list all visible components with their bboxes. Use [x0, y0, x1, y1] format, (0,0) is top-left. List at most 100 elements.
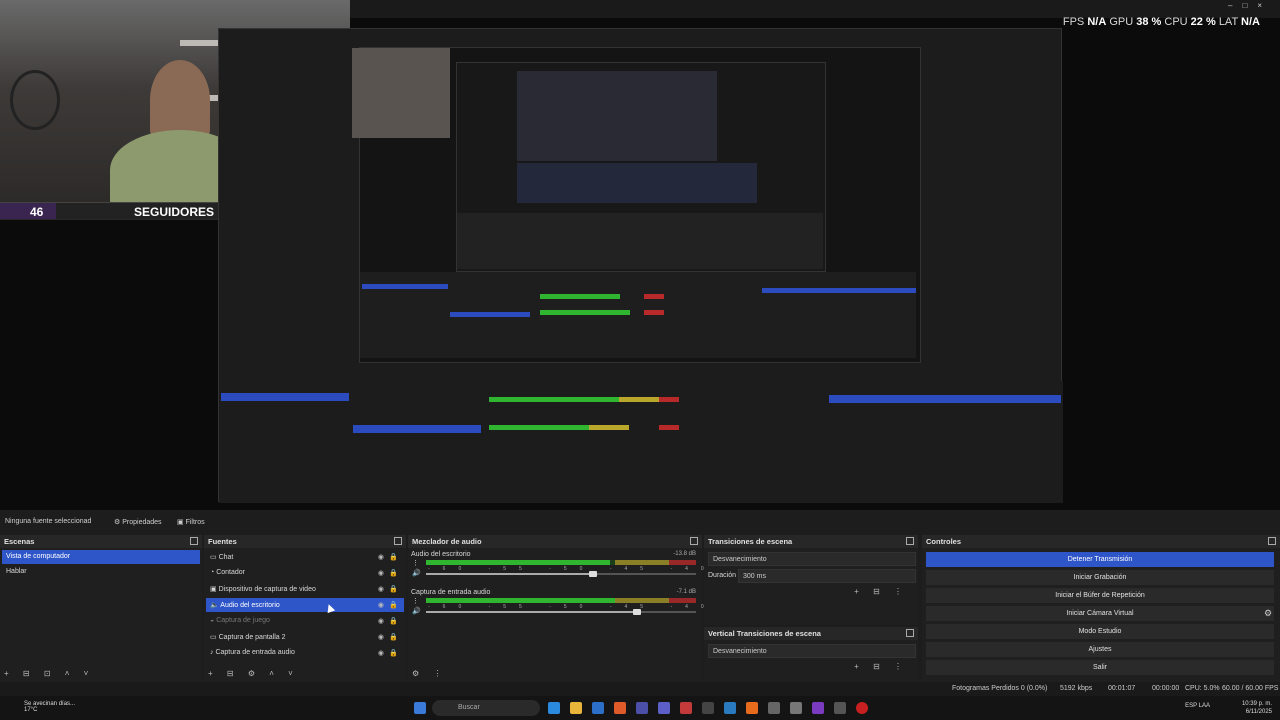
- transition-controls[interactable]: + ⊟ ⋮: [854, 587, 908, 596]
- visibility-icon[interactable]: ◉: [378, 569, 384, 577]
- settings-icon[interactable]: [790, 702, 802, 714]
- control-button[interactable]: Salir: [926, 660, 1274, 675]
- app-icon[interactable]: [680, 702, 692, 714]
- speaker-icon: 🔈: [210, 602, 219, 609]
- opera-icon[interactable]: [856, 702, 868, 714]
- sources-title: Fuentes: [208, 537, 237, 546]
- control-button[interactable]: Iniciar el Búfer de Repetición: [926, 588, 1274, 603]
- source-label: Dispositivo de captura de video: [218, 586, 316, 593]
- source-item[interactable]: 🔈 Audio del escritorio ◉ 🔒: [206, 598, 404, 612]
- speaker-icon[interactable]: 🔊: [412, 607, 421, 615]
- undock-icon[interactable]: [394, 537, 402, 545]
- undock-icon[interactable]: [1268, 537, 1276, 545]
- lock-icon[interactable]: 🔒: [389, 649, 398, 657]
- visibility-icon[interactable]: ◉: [378, 601, 384, 609]
- lock-icon[interactable]: 🔒: [389, 585, 398, 593]
- visibility-icon[interactable]: ◉: [378, 585, 384, 593]
- source-label: Chat: [218, 554, 234, 561]
- fps-readout: 60.00 / 60.00 FPS: [1222, 685, 1279, 692]
- camera-icon: ▣: [210, 586, 217, 593]
- undock-icon[interactable]: [190, 537, 198, 545]
- source-label: Contador: [216, 569, 245, 576]
- control-button[interactable]: Iniciar Cámara Virtual: [926, 606, 1274, 621]
- scene-item[interactable]: Hablar: [2, 565, 200, 579]
- weather-widget[interactable]: Se avecinan días... 17°C: [24, 701, 75, 713]
- channel-name: Audio del escritorio: [411, 551, 471, 558]
- filters-button[interactable]: ▣ Filtros: [177, 518, 205, 526]
- visibility-icon[interactable]: ◉: [378, 649, 384, 657]
- properties-button[interactable]: ⚙ Propiedades: [114, 518, 162, 526]
- visibility-icon[interactable]: ◉: [378, 553, 384, 561]
- source-item[interactable]: ▭ Captura de pantalla 2 ◉ 🔒: [206, 630, 404, 644]
- visibility-icon[interactable]: ◉: [378, 633, 384, 641]
- obs-icon[interactable]: [834, 702, 846, 714]
- undock-icon[interactable]: [906, 537, 914, 545]
- control-button[interactable]: Modo Estudio: [926, 624, 1274, 639]
- lock-icon[interactable]: 🔒: [389, 601, 398, 609]
- control-button[interactable]: Ajustes: [926, 642, 1274, 657]
- speaker-icon[interactable]: 🔊: [412, 569, 421, 577]
- vertical-transitions-title: Vertical Transiciones de escena: [708, 629, 821, 638]
- source-controls[interactable]: + ⊟ ⚙ ˄ ˅: [208, 669, 299, 678]
- vertical-transition-controls[interactable]: + ⊟ ⋮: [854, 662, 908, 671]
- globe-icon[interactable]: [724, 702, 736, 714]
- source-label: Captura de juego: [216, 617, 270, 624]
- nested-capture-1: [218, 28, 1063, 503]
- lock-icon[interactable]: 🔒: [389, 553, 398, 561]
- clock[interactable]: 10:39 p. m. 6/11/2025: [1242, 700, 1272, 716]
- volume-slider[interactable]: [426, 609, 696, 615]
- mail-icon[interactable]: [592, 702, 604, 714]
- pen-icon[interactable]: [768, 702, 780, 714]
- menu-icon[interactable]: ⋮: [412, 559, 419, 567]
- teams-icon[interactable]: [658, 702, 670, 714]
- mixer-title: Mezclador de audio: [412, 537, 482, 546]
- lock-icon[interactable]: 🔒: [389, 633, 398, 641]
- onenote-icon[interactable]: [636, 702, 648, 714]
- nested-capture-2: [352, 47, 921, 363]
- counter-label: SEGUIDORES: [134, 205, 215, 219]
- volume-slider[interactable]: [426, 571, 696, 577]
- transitions-panel: Transiciones de escena Desvanecimiento D…: [704, 535, 918, 625]
- control-button[interactable]: Detener Transmisión: [926, 552, 1274, 567]
- transition-select[interactable]: Desvanecimiento: [708, 552, 916, 566]
- counter-icon: ◔: [210, 569, 215, 576]
- system-tray[interactable]: ESP LAA: [1185, 703, 1210, 709]
- source-item[interactable]: ◔ Contador ◉ 🔒: [206, 566, 404, 580]
- no-source-selected-label: Ninguna fuente seleccionad: [5, 518, 92, 525]
- taskbar-search[interactable]: Buscar: [432, 700, 540, 716]
- firefox-icon[interactable]: [746, 702, 758, 714]
- gear-icon[interactable]: ⚙: [1264, 608, 1272, 619]
- duration-input[interactable]: 300 ms: [738, 569, 916, 583]
- window-controls[interactable]: –□×: [1228, 1, 1272, 10]
- lock-icon[interactable]: 🔒: [389, 569, 398, 577]
- visibility-icon[interactable]: ◉: [378, 617, 384, 625]
- mixer-controls[interactable]: ⚙ ⋮: [412, 669, 447, 678]
- vertical-transition-select[interactable]: Desvanecimiento: [708, 644, 916, 658]
- scene-item[interactable]: Vista de computador: [2, 550, 200, 564]
- cpu-usage: CPU: 5.0%: [1185, 685, 1220, 692]
- chat-icon: ▭: [210, 554, 217, 561]
- gamepad-icon: ◒: [210, 617, 215, 624]
- menu-icon[interactable]: ⋮: [412, 597, 419, 605]
- control-button[interactable]: Iniciar Grabación: [926, 570, 1274, 585]
- source-item[interactable]: ▭ Chat ◉ 🔒: [206, 550, 404, 564]
- folder-icon[interactable]: [570, 702, 582, 714]
- lock-icon[interactable]: 🔒: [389, 617, 398, 625]
- chrome-icon[interactable]: [614, 702, 626, 714]
- stream-preview: –□× FPS N/A GPU 38 % CPU 22 % LAT N/A 46…: [0, 0, 1280, 510]
- source-item[interactable]: ◒ Captura de juego ◉ 🔒: [206, 614, 404, 628]
- source-label: Audio del escritorio: [220, 602, 280, 609]
- level-meter: [426, 598, 696, 603]
- edge-icon[interactable]: [548, 702, 560, 714]
- start-icon[interactable]: [414, 702, 426, 714]
- source-item[interactable]: ▣ Dispositivo de captura de video ◉ 🔒: [206, 582, 404, 596]
- scene-controls[interactable]: + ⊟ ⊡ ˄ ˅: [4, 669, 94, 678]
- channel-db: -7.1 dB: [676, 589, 696, 595]
- undock-icon[interactable]: [690, 537, 698, 545]
- calculator-icon[interactable]: [702, 702, 714, 714]
- source-item[interactable]: ♪ Captura de entrada audio ◉ 🔒: [206, 646, 404, 660]
- discord-icon[interactable]: [812, 702, 824, 714]
- close-icon[interactable]: [906, 629, 914, 637]
- counter-current: 46: [30, 205, 44, 219]
- taskbar: Se avecinan días... 17°C Buscar ESP LAA …: [0, 696, 1280, 720]
